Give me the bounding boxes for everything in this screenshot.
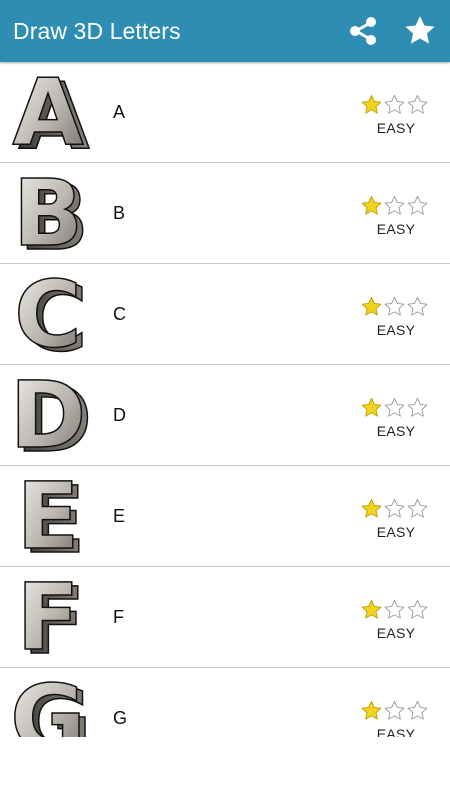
letter-label: A — [113, 102, 126, 122]
list-item[interactable]: C C C EASY — [0, 264, 450, 365]
letter-label: D — [113, 405, 126, 425]
star-filled-icon — [361, 195, 382, 215]
star-filled-icon — [361, 397, 382, 417]
star-empty-icon — [407, 498, 428, 518]
app-title: Draw 3D Letters — [13, 18, 181, 44]
letter-label: B — [113, 203, 126, 223]
star-empty-icon — [384, 397, 405, 417]
star-empty-icon — [407, 94, 428, 114]
letter-thumbnail: FF — [8, 573, 92, 663]
list-item[interactable]: G G G EASY — [0, 668, 450, 737]
difficulty-label: EASY — [376, 423, 416, 439]
letter-thumbnail: GG — [8, 674, 92, 737]
difficulty-rating — [360, 195, 432, 217]
star-empty-icon — [384, 700, 405, 720]
star-empty-icon — [407, 195, 428, 215]
svg-text:E: E — [17, 472, 80, 562]
svg-text:D: D — [10, 371, 86, 461]
difficulty-label: EASY — [376, 726, 416, 737]
star-empty-icon — [407, 296, 428, 316]
letter-label: E — [113, 506, 126, 526]
star-filled-icon — [361, 700, 382, 720]
favorite-button[interactable] — [400, 11, 440, 51]
svg-text:C: C — [14, 270, 82, 360]
list-item[interactable]: D D D EASY — [0, 365, 450, 466]
svg-text:G: G — [10, 674, 86, 737]
letter-label: F — [113, 607, 124, 627]
difficulty-rating — [360, 296, 432, 318]
difficulty-rating — [360, 700, 432, 722]
svg-text:F: F — [17, 573, 80, 663]
list-item[interactable]: F F F EASY — [0, 567, 450, 668]
star-filled-icon — [361, 498, 382, 518]
share-button[interactable] — [343, 11, 383, 51]
star-empty-icon — [407, 700, 428, 720]
letter-thumbnail: AA — [8, 68, 92, 158]
letter-thumbnail: EE — [8, 472, 92, 562]
svg-text:B: B — [13, 169, 83, 259]
letter-label: C — [113, 304, 126, 324]
star-filled-icon — [361, 296, 382, 316]
svg-text:A: A — [12, 68, 83, 158]
star-filled-icon — [361, 599, 382, 619]
star-filled-icon — [361, 94, 382, 114]
letter-thumbnail: BB — [8, 169, 92, 259]
list-item[interactable]: A A A EASY — [0, 62, 450, 163]
difficulty-rating — [360, 94, 432, 116]
app-bar: Draw 3D Letters — [0, 0, 450, 62]
star-empty-icon — [384, 195, 405, 215]
difficulty-label: EASY — [376, 524, 416, 540]
star-empty-icon — [384, 599, 405, 619]
difficulty-label: EASY — [376, 322, 416, 338]
letter-label: G — [113, 708, 128, 728]
star-empty-icon — [384, 498, 405, 518]
difficulty-label: EASY — [376, 221, 416, 237]
list-item[interactable]: B B B EASY — [0, 163, 450, 264]
difficulty-label: EASY — [376, 625, 416, 641]
letter-thumbnail: CC — [8, 270, 92, 360]
difficulty-rating — [360, 599, 432, 621]
letter-thumbnail: DD — [8, 371, 92, 461]
star-empty-icon — [384, 296, 405, 316]
star-empty-icon — [407, 397, 428, 417]
bottom-blank-area — [0, 737, 450, 800]
star-empty-icon — [407, 599, 428, 619]
difficulty-label: EASY — [376, 120, 416, 136]
star-empty-icon — [384, 94, 405, 114]
list-item[interactable]: E E E EASY — [0, 466, 450, 567]
difficulty-rating — [360, 397, 432, 419]
star-icon — [405, 16, 435, 44]
letter-list[interactable]: A A A EASY B B B EASY C C C EASY D D D EASY E E E EASY F F F EA… — [0, 62, 450, 737]
share-icon — [350, 17, 376, 45]
difficulty-rating — [360, 498, 432, 520]
